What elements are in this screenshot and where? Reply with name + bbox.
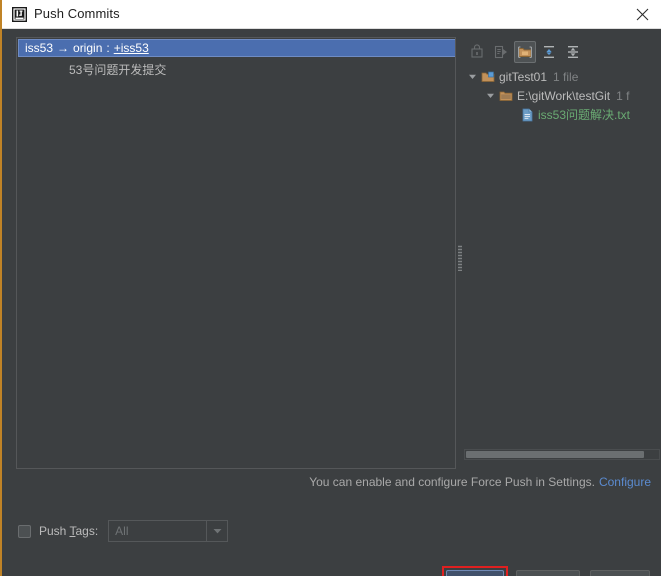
dialog-body: iss53 → origin : +iss53 53号问题开发提交 gitTes…	[2, 29, 661, 576]
chevron-down-icon[interactable]	[206, 521, 227, 541]
show-diff-with-local-icon[interactable]	[490, 41, 512, 63]
separator-label: :	[106, 41, 110, 55]
group-by-directory-icon[interactable]	[514, 41, 536, 63]
close-icon[interactable]	[625, 0, 659, 28]
splitter-grip-icon	[458, 245, 462, 271]
tree-node-file[interactable]: iss53问题解决.txt	[463, 105, 661, 124]
push-tags-label: Push Tags:	[39, 524, 98, 538]
push-tags-label-before: Push	[39, 524, 70, 538]
module-icon	[481, 70, 495, 84]
title-bar: Push Commits	[2, 0, 661, 29]
show-diff-icon[interactable]	[466, 41, 488, 63]
push-tags-combo-value: All	[115, 524, 129, 538]
arrow-icon: →	[57, 41, 70, 55]
remote-label: origin	[73, 41, 103, 55]
push-tags-label-after: ags:	[75, 524, 99, 538]
tree-node-module[interactable]: gitTest01 1 file	[463, 67, 661, 86]
changed-files-panel: gitTest01 1 file E:\gitWork\testGit 1 f …	[463, 37, 661, 469]
chevron-down-icon[interactable]	[467, 71, 478, 82]
cancel-button[interactable]: Cancel	[516, 570, 580, 576]
push-commits-dialog: Push Commits iss53 → origin : +iss53 53号…	[0, 0, 661, 576]
configure-link[interactable]: Configure	[599, 475, 651, 489]
horizontal-scrollbar[interactable]	[464, 449, 660, 460]
source-branch-label: iss53	[25, 41, 54, 55]
chevron-down-icon[interactable]	[485, 90, 496, 101]
tree-node-count: 1 file	[553, 69, 579, 84]
scrollbar-thumb[interactable]	[466, 451, 644, 458]
tree-node-label: E:\gitWork\testGit	[517, 88, 611, 103]
push-tags-combo[interactable]: All	[108, 520, 229, 542]
tree-node-directory[interactable]: E:\gitWork\testGit 1 f	[463, 86, 661, 105]
tree-node-label: iss53问题解决.txt	[538, 108, 631, 122]
expand-all-icon[interactable]	[538, 41, 560, 63]
file-icon	[521, 108, 534, 122]
force-push-hint-text: You can enable and configure Force Push …	[309, 475, 595, 489]
commit-message[interactable]: 53号问题开发提交	[69, 61, 166, 78]
tree-node-label: gitTest01	[499, 69, 548, 84]
commit-branch-row[interactable]: iss53 → origin : +iss53	[18, 39, 455, 57]
help-button[interactable]: Help	[590, 570, 650, 576]
tree-node-count: 1 f	[616, 88, 630, 103]
collapse-all-icon[interactable]	[562, 41, 584, 63]
push-tags-checkbox[interactable]	[18, 524, 31, 538]
push-tags-row: Push Tags: All	[18, 519, 229, 543]
files-toolbar	[463, 39, 661, 65]
changed-files-tree[interactable]: gitTest01 1 file E:\gitWork\testGit 1 f …	[463, 67, 661, 439]
target-ref-link[interactable]: +iss53	[114, 41, 149, 55]
commits-list-panel[interactable]: iss53 → origin : +iss53 53号问题开发提交	[16, 37, 456, 469]
intellij-idea-logo	[12, 7, 27, 22]
window-title: Push Commits	[34, 6, 120, 21]
force-push-hint: You can enable and configure Force Push …	[309, 475, 651, 489]
push-button[interactable]: Push	[446, 570, 504, 576]
folder-icon	[499, 89, 513, 103]
